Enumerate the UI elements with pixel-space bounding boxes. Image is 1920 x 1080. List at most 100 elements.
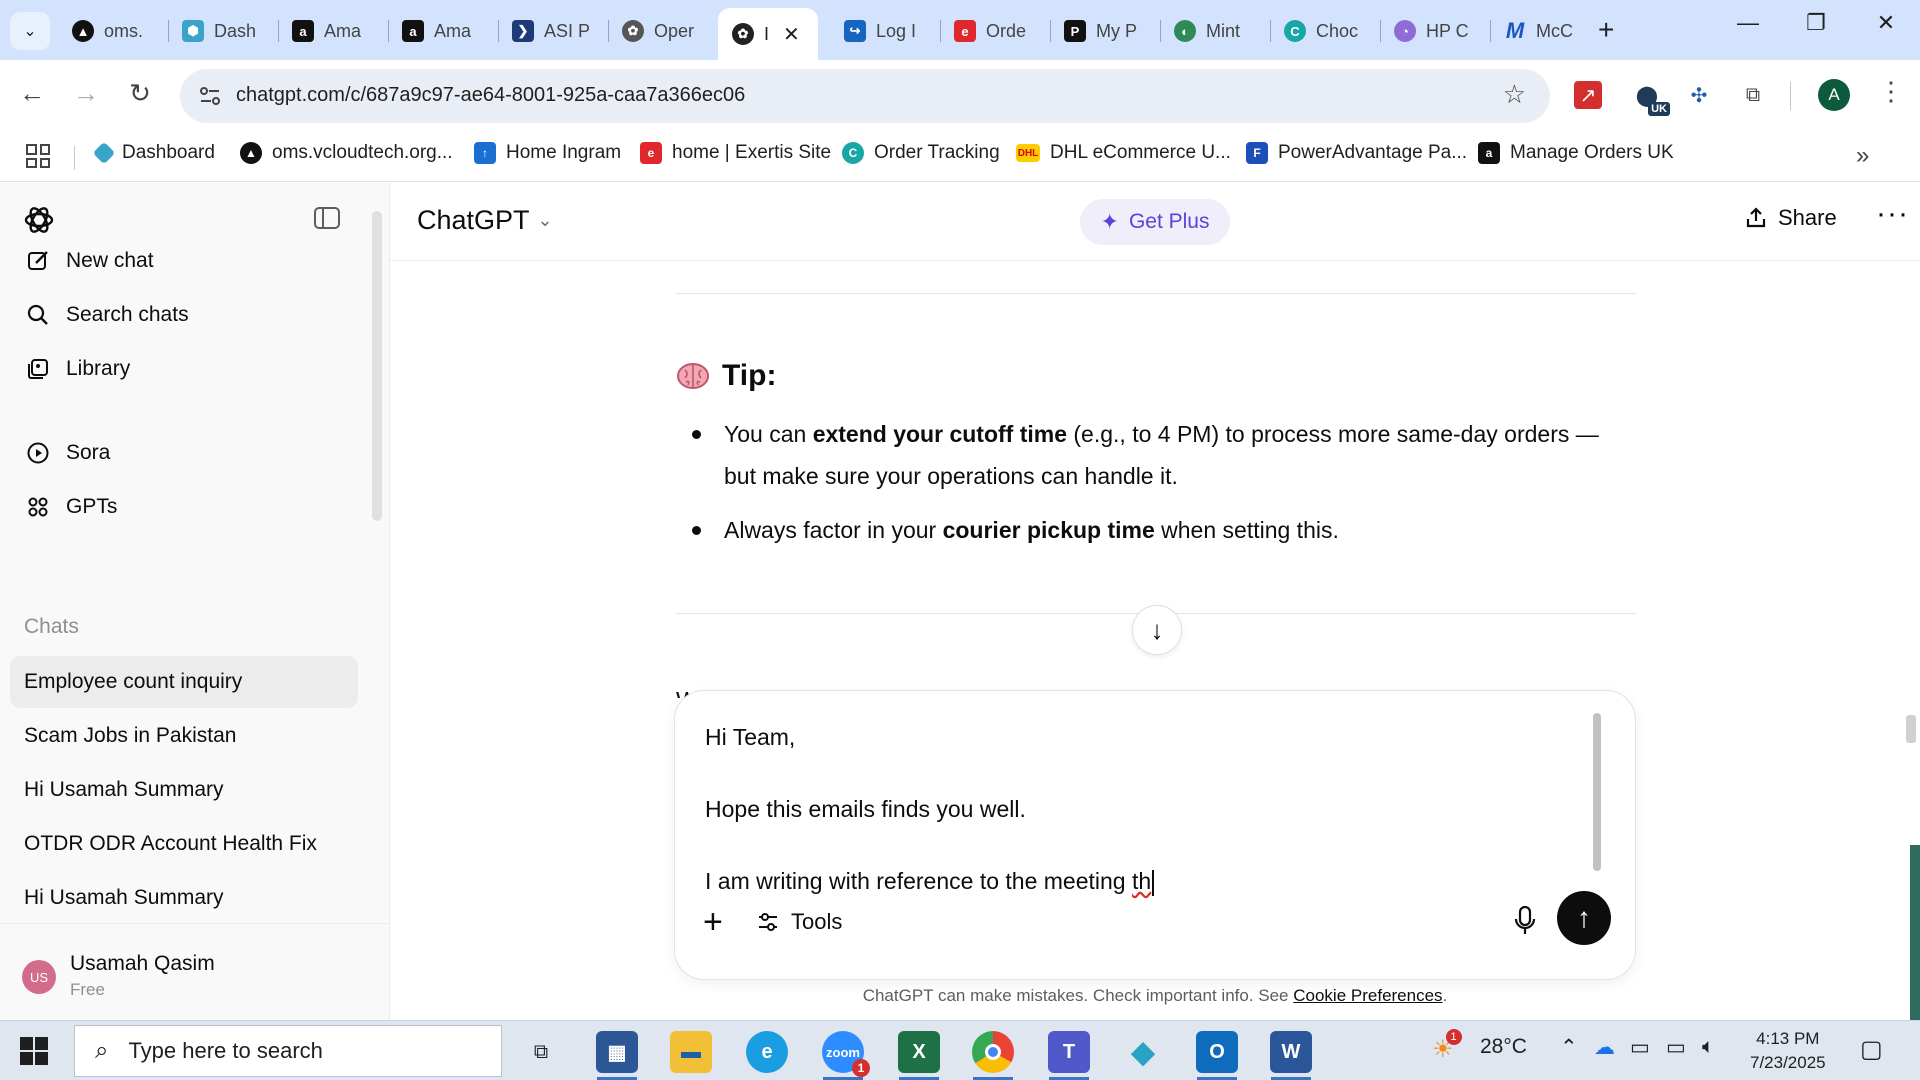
- chevron-up-icon[interactable]: ⌃: [1560, 1035, 1578, 1060]
- openai-logo-icon[interactable]: [22, 203, 56, 237]
- chat-history-item[interactable]: OTDR ODR Account Health Fix: [10, 818, 358, 870]
- pdf-extension-icon[interactable]: ↗: [1574, 81, 1602, 109]
- minimize-icon[interactable]: —: [1728, 10, 1768, 36]
- cookie-preferences-link[interactable]: Cookie Preferences: [1293, 986, 1442, 1005]
- weather-temp[interactable]: 28°C: [1480, 1035, 1527, 1059]
- uk-extension-icon[interactable]: ⬤ UK: [1630, 78, 1670, 116]
- chrome-menu-icon[interactable]: ⋮: [1878, 76, 1904, 107]
- bookmark-dhl[interactable]: DHL DHL eCommerce U...: [1016, 142, 1231, 164]
- chrome-icon[interactable]: [972, 1031, 1014, 1073]
- restore-icon[interactable]: ❐: [1796, 10, 1836, 36]
- browser-tab[interactable]: ◐ Mint: [1160, 10, 1270, 52]
- composer-line: I am writing with reference to the meeti…: [705, 863, 1565, 899]
- outlook-icon[interactable]: O: [1196, 1031, 1238, 1073]
- more-options-icon[interactable]: ···: [1876, 197, 1909, 231]
- bookmark-order-tracking[interactable]: C Order Tracking: [842, 142, 1000, 164]
- reload-icon[interactable]: ↻: [122, 78, 158, 109]
- zoom-icon[interactable]: zoom 1: [822, 1031, 870, 1077]
- calculator-icon[interactable]: ▦: [596, 1031, 638, 1073]
- apps-grid-icon[interactable]: [26, 144, 50, 168]
- more-bookmarks-icon[interactable]: »: [1856, 142, 1869, 170]
- scroll-to-bottom-button[interactable]: ↓: [1132, 605, 1182, 655]
- chat-title: Employee count inquiry: [24, 670, 243, 693]
- word-icon[interactable]: W: [1270, 1031, 1312, 1073]
- task-view-icon[interactable]: ⧉: [520, 1031, 562, 1073]
- message-input[interactable]: Hi Team, Hope this emails finds you well…: [705, 719, 1565, 899]
- tab-title: Log I: [876, 20, 917, 41]
- site-info-icon[interactable]: [198, 84, 222, 108]
- bookmark-dashboard[interactable]: Dashboard: [92, 141, 215, 165]
- teams-icon[interactable]: T: [1048, 1031, 1090, 1073]
- app-diamond-icon[interactable]: ◆: [1122, 1031, 1164, 1073]
- new-chat-button[interactable]: New chat: [24, 247, 154, 275]
- tab-search-button[interactable]: ⌄: [10, 12, 50, 50]
- bookmark-label: home | Exertis Site: [672, 142, 832, 163]
- sparkle-icon: ✦: [1100, 209, 1119, 234]
- tools-button[interactable]: Tools: [757, 909, 842, 935]
- sora-button[interactable]: Sora: [24, 439, 110, 467]
- file-explorer-icon[interactable]: ▬: [670, 1031, 712, 1073]
- microphone-icon[interactable]: [1511, 905, 1539, 937]
- share-button[interactable]: Share: [1744, 205, 1837, 231]
- network-extension-icon[interactable]: ✣: [1682, 78, 1716, 112]
- back-icon[interactable]: ←: [14, 78, 50, 109]
- excel-icon[interactable]: X: [898, 1031, 940, 1073]
- add-attachment-button[interactable]: +: [703, 903, 723, 942]
- bookmark-exertis[interactable]: e home | Exertis Site: [640, 142, 831, 164]
- window-close-icon[interactable]: ✕: [1866, 10, 1906, 36]
- message-composer[interactable]: Hi Team, Hope this emails finds you well…: [674, 690, 1636, 980]
- windows-start-icon[interactable]: [20, 1037, 48, 1065]
- browser-tab[interactable]: ✿ Oper: [608, 10, 718, 52]
- get-plus-button[interactable]: ✦ Get Plus: [1080, 199, 1230, 245]
- library-button[interactable]: Library: [24, 355, 130, 383]
- oms-icon: ▲: [72, 20, 94, 42]
- browser-tab[interactable]: C Choc: [1270, 10, 1380, 52]
- edge-browser-icon[interactable]: e: [746, 1031, 788, 1073]
- chat-history-item[interactable]: Hi Usamah Summary: [10, 872, 358, 924]
- browser-tab[interactable]: ⬢ Dash: [168, 10, 278, 52]
- network-icon[interactable]: ▭: [1666, 1035, 1686, 1060]
- extensions-puzzle-icon[interactable]: ⧉: [1736, 78, 1770, 112]
- model-selector[interactable]: ChatGPT ⌄: [417, 205, 553, 236]
- browser-tab[interactable]: ❯ ASI P: [498, 10, 608, 52]
- browser-tab[interactable]: e Orde: [940, 10, 1050, 52]
- chrome-profile-avatar[interactable]: A: [1818, 79, 1850, 111]
- bookmark-poweradvantage[interactable]: F PowerAdvantage Pa...: [1246, 142, 1467, 164]
- new-tab-button[interactable]: +: [1598, 14, 1614, 46]
- user-name: Usamah Qasim: [70, 952, 215, 975]
- search-chats-button[interactable]: Search chats: [24, 301, 189, 329]
- notifications-icon[interactable]: ▢: [1860, 1035, 1883, 1064]
- browser-tab[interactable]: M McC: [1490, 10, 1590, 52]
- bookmark-ingram[interactable]: ↑ Home Ingram: [474, 142, 621, 164]
- browser-tab[interactable]: P My P: [1050, 10, 1160, 52]
- bookmark-oms[interactable]: ▲ oms.vcloudtech.org...: [240, 142, 453, 164]
- browser-tab[interactable]: ↪ Log I: [830, 10, 940, 52]
- chat-history-item[interactable]: Hi Usamah Summary: [10, 764, 358, 816]
- taskbar-search[interactable]: ⌕ Type here to search: [74, 1025, 502, 1077]
- disclaimer-text: ChatGPT can make mistakes. Check importa…: [862, 986, 1294, 1005]
- gpts-button[interactable]: GPTs: [24, 493, 117, 521]
- battery-icon[interactable]: ▭: [1630, 1035, 1650, 1060]
- volume-icon[interactable]: 🔈︎: [1702, 1035, 1715, 1059]
- main-scrollbar[interactable]: [1906, 715, 1916, 743]
- send-button[interactable]: ↑: [1557, 891, 1611, 945]
- user-profile-button[interactable]: US Usamah Qasim Free: [0, 923, 389, 1020]
- chat-history-item[interactable]: Scam Jobs in Pakistan: [10, 710, 358, 762]
- browser-tab-active[interactable]: ✿ I ✕: [718, 8, 818, 60]
- system-clock[interactable]: 4:13 PM 7/23/2025: [1750, 1027, 1826, 1075]
- close-tab-icon[interactable]: ✕: [783, 22, 800, 47]
- browser-tab[interactable]: a Ama: [278, 10, 388, 52]
- bookmark-manage-orders[interactable]: a Manage Orders UK: [1478, 142, 1674, 164]
- browser-tab[interactable]: ◔ HP C: [1380, 10, 1490, 52]
- onedrive-icon[interactable]: ☁: [1594, 1035, 1615, 1060]
- forward-icon[interactable]: →: [68, 78, 104, 109]
- bookmark-star-icon[interactable]: ☆: [1503, 79, 1526, 110]
- composer-scrollbar[interactable]: [1593, 713, 1601, 871]
- browser-tab[interactable]: a Ama: [388, 10, 498, 52]
- weather-icon[interactable]: ☀ 1: [1432, 1029, 1462, 1064]
- chat-history-item[interactable]: Employee count inquiry: [10, 656, 358, 708]
- browser-tab[interactable]: ▲ oms.: [58, 10, 168, 52]
- sidebar-scrollbar[interactable]: [372, 211, 382, 521]
- address-bar[interactable]: chatgpt.com/c/687a9c97-ae64-8001-925a-ca…: [180, 69, 1550, 123]
- toggle-sidebar-icon[interactable]: [314, 207, 340, 229]
